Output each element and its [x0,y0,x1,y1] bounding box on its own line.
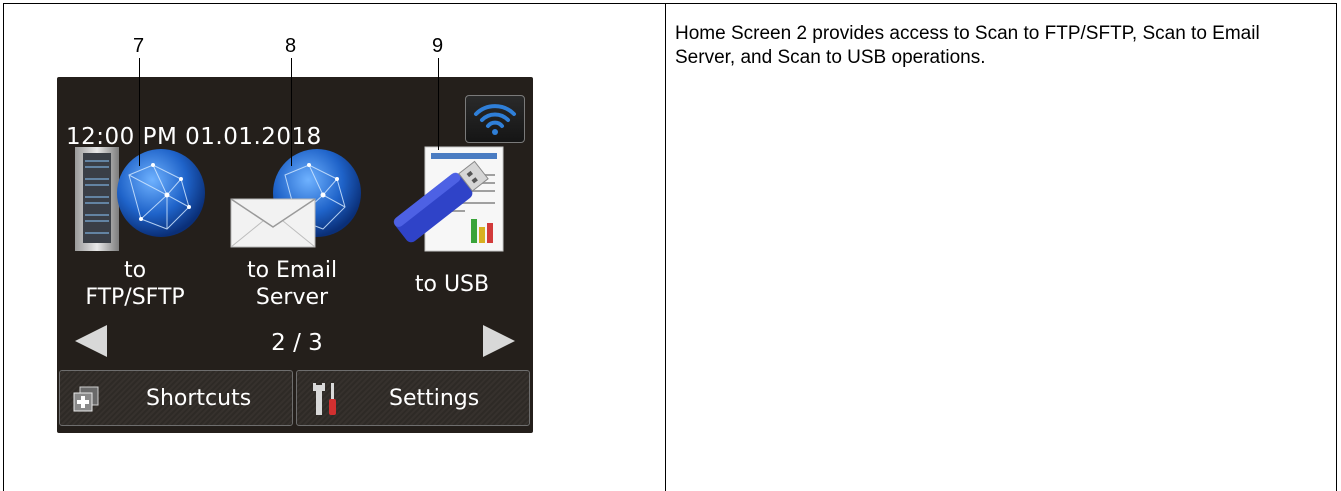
callout-8: 8 [285,35,297,57]
tile-label-ftp: to FTP/SFTP [65,257,205,311]
ftp-server-globe-icon [75,147,205,251]
scan-to-ftp-tile[interactable] [71,145,211,253]
tile-label-usb: to USB [414,272,490,297]
touchscreen-home-2: 12:00 PM 01.01.2018 to FTP/SFTP to Email… [57,77,533,433]
callout-7: 7 [133,35,145,57]
tile-label-email-line1: to Email [246,258,338,283]
tile-label-email: to Email Server [217,257,367,311]
tile-label-email-line2: Server [255,285,329,310]
callout-9-leader-line [438,58,439,150]
settings-button[interactable]: Settings [296,370,530,426]
table-column-divider [665,4,666,491]
usb-document-icon [393,146,504,252]
shortcuts-label: Shortcuts [146,386,252,411]
settings-tools-icon [313,383,336,415]
tile-label-ftp-line1: to [123,258,147,283]
callout-9: 9 [432,35,444,57]
wifi-status-button[interactable] [465,95,525,143]
email-globe-icon [230,149,361,248]
callout-7-leader-line [139,58,140,166]
shortcuts-add-icon [73,386,99,412]
next-page-arrow-icon[interactable] [481,323,517,359]
shortcuts-button[interactable]: Shortcuts [59,370,293,426]
callout-8-leader-line [291,58,292,166]
page-indicator: 2 / 3 [271,330,323,356]
settings-label: Settings [389,386,480,411]
description-text: Home Screen 2 provides access to Scan to… [675,23,1260,68]
tile-label-ftp-line2: FTP/SFTP [85,285,185,310]
wifi-icon [474,104,516,135]
previous-page-arrow-icon[interactable] [73,323,109,359]
scan-to-usb-tile[interactable] [385,145,515,253]
scan-to-email-server-tile[interactable] [227,145,367,253]
